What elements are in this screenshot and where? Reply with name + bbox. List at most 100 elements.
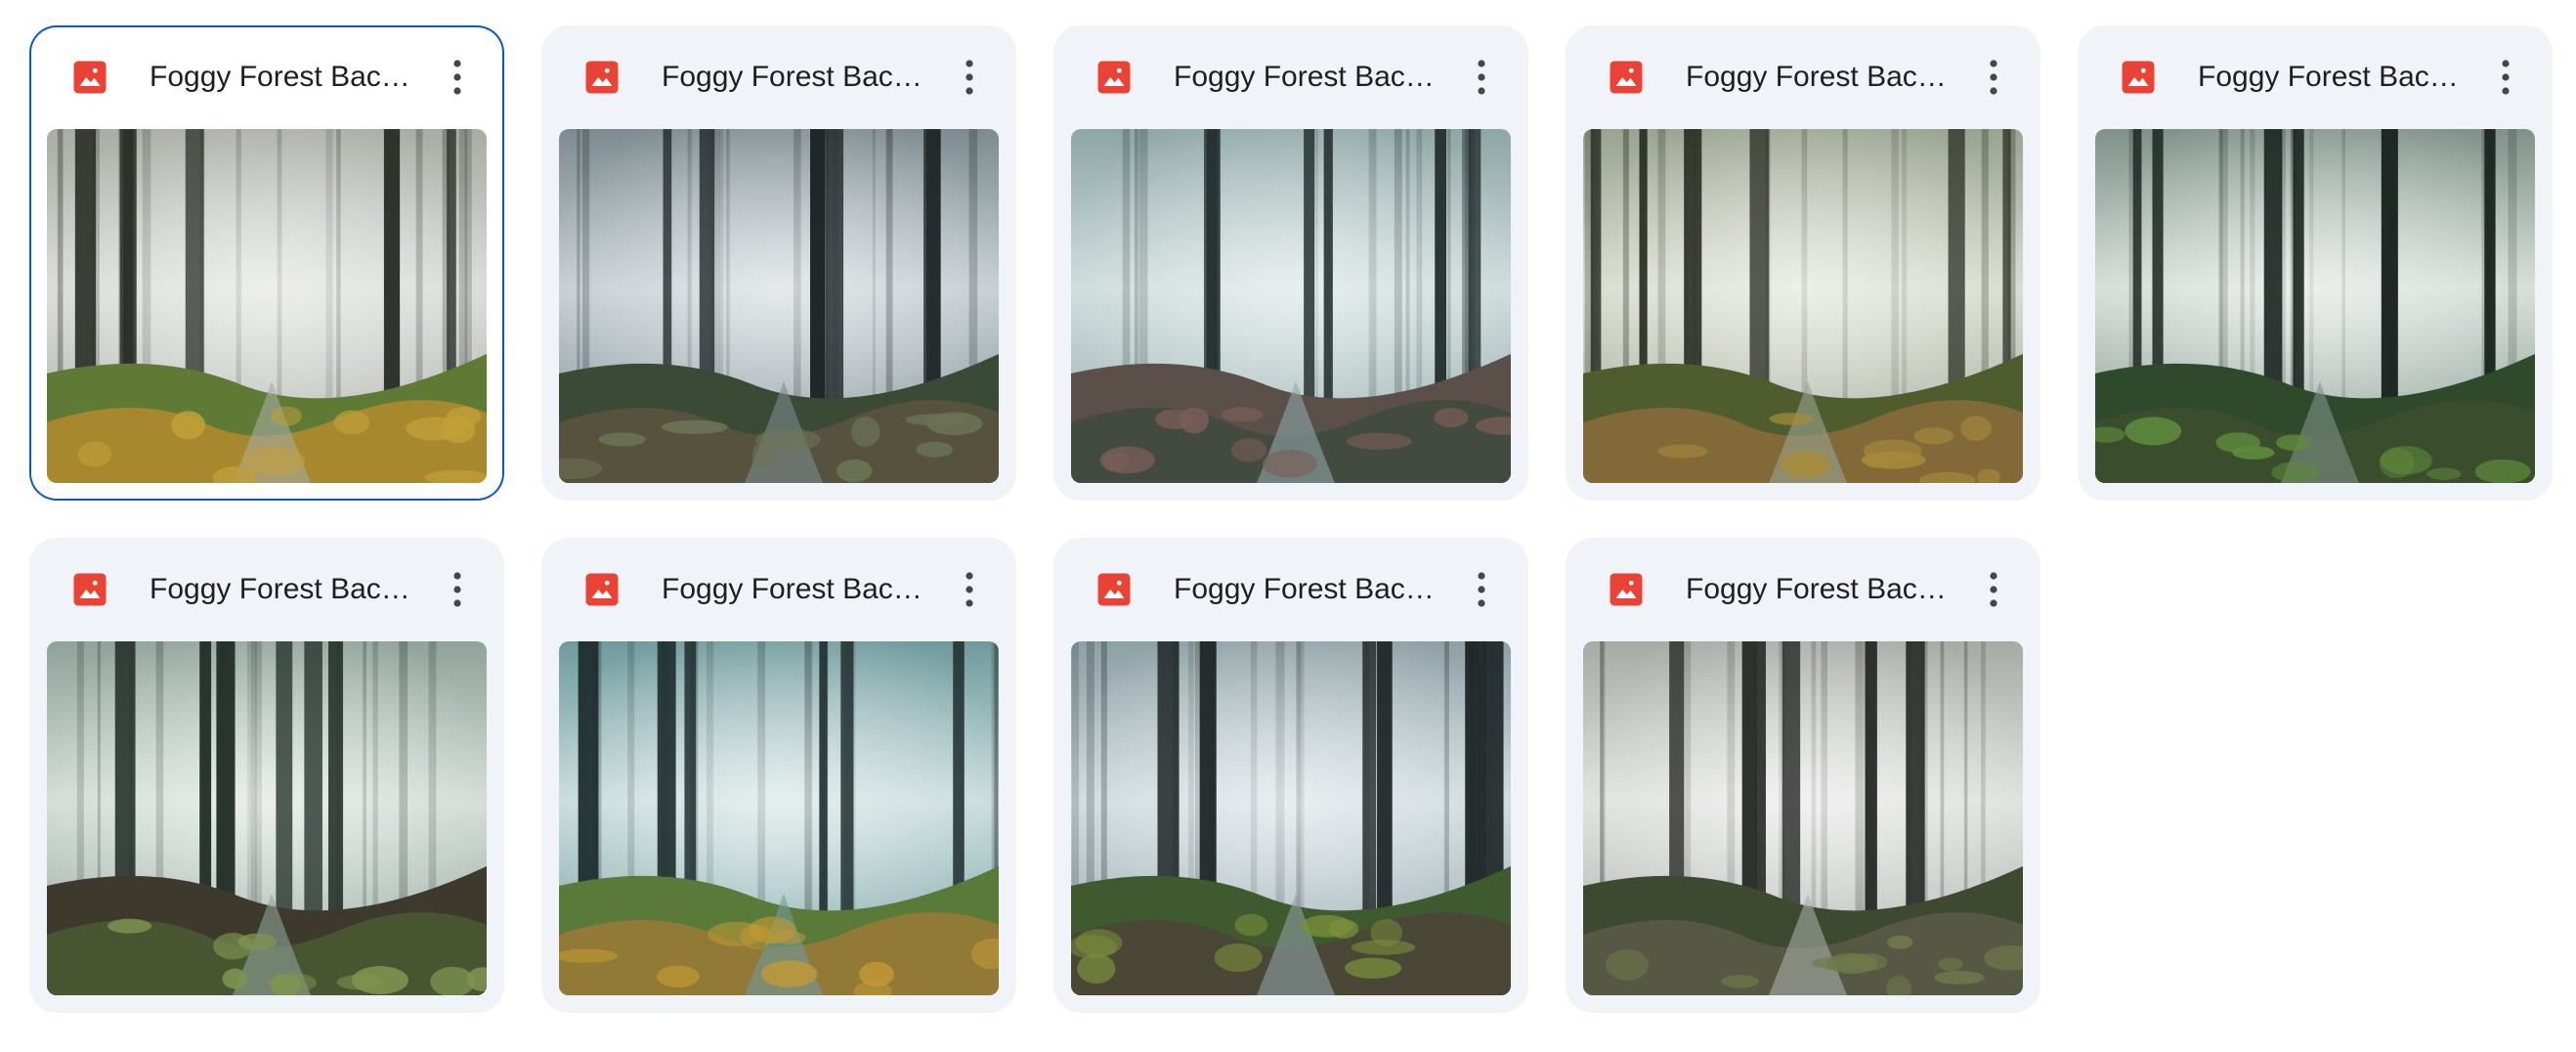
more-actions-button[interactable] (1452, 48, 1511, 107)
thumbnail-tree (1906, 641, 1925, 935)
file-card-header: Foggy Forest Background 1.jpg (29, 25, 504, 129)
thumbnail-foliage (1934, 971, 1985, 985)
file-name: Foggy Forest Background 5.jpg (2198, 61, 2462, 93)
image-thumbnail[interactable] (47, 129, 487, 483)
file-card-header: Foggy Forest Background 5.jpg (2078, 25, 2553, 129)
more-vertical-icon (453, 60, 461, 95)
thumbnail-tree (925, 129, 941, 422)
file-card-5[interactable]: Foggy Forest Background 5.jpg (2078, 25, 2553, 501)
thumbnail-foliage (1230, 438, 1267, 462)
thumbnail-foliage (1155, 409, 1193, 429)
file-card-4[interactable]: Foggy Forest Background 4.jpg (1566, 25, 2040, 501)
thumbnail-foliage (441, 416, 476, 444)
image-file-icon (1097, 573, 1131, 606)
thumbnail-tree (825, 129, 844, 422)
image-file-icon (1610, 61, 1643, 94)
thumbnail-foliage (2232, 446, 2275, 460)
file-grid: Foggy Forest Background 1.jpg Foggy Fore… (29, 25, 2553, 1013)
more-actions-button[interactable] (1964, 560, 2023, 619)
thumbnail-foliage (2474, 459, 2531, 483)
thumbnail-foliage (749, 916, 796, 943)
thumbnail-foliage (850, 416, 880, 448)
thumbnail-foliage (1863, 439, 1922, 462)
image-thumbnail[interactable] (1071, 129, 1511, 483)
thumbnail-foliage (1960, 416, 1992, 441)
more-actions-button[interactable] (428, 560, 487, 619)
thumbnail-foliage (171, 411, 206, 440)
image-thumbnail[interactable] (559, 129, 999, 483)
thumbnail-tree (2381, 129, 2398, 422)
more-actions-button[interactable] (940, 48, 999, 107)
thumbnail-foliage (2276, 434, 2311, 452)
thumbnail-tree (819, 641, 828, 935)
thumbnail-foliage (916, 441, 954, 458)
thumbnail-foliage (1221, 407, 1264, 422)
file-card-7[interactable]: Foggy Forest Background 7.jpg (541, 538, 1016, 1013)
thumbnail-foliage (836, 459, 873, 483)
image-file-icon (585, 573, 619, 606)
thumbnail-foliage (1234, 913, 1268, 937)
thumbnail-foliage (1781, 451, 1830, 478)
image-thumbnail[interactable] (559, 641, 999, 995)
file-card-3[interactable]: Foggy Forest Background 3.jpg (1053, 25, 1528, 501)
thumbnail-foliage (1101, 452, 1130, 472)
image-thumbnail[interactable] (47, 641, 487, 995)
file-name: Foggy Forest Background 9.jpg (1686, 573, 1950, 605)
more-vertical-icon (966, 60, 973, 95)
thumbnail-tree (1435, 129, 1446, 422)
thumbnail-foliage (1938, 957, 1963, 972)
more-actions-button[interactable] (2476, 48, 2535, 107)
thumbnail-foliage (2380, 446, 2432, 475)
thumbnail-foliage (1606, 948, 1650, 981)
thumbnail-foliage (2426, 467, 2462, 480)
file-card-2[interactable]: Foggy Forest Background 2.jpg (541, 25, 1016, 501)
thumbnail-foliage (1434, 408, 1469, 428)
more-vertical-icon (1990, 572, 1997, 607)
thumbnail-foliage (751, 441, 777, 470)
file-card-header: Foggy Forest Background 6.jpg (29, 538, 504, 641)
thumbnail-tree (1362, 641, 1377, 935)
image-file-icon (1097, 61, 1131, 94)
thumbnail-foliage (107, 918, 152, 934)
thumbnail-foliage (334, 410, 370, 435)
thumbnail-tree (2293, 129, 2304, 422)
more-actions-button[interactable] (1452, 560, 1511, 619)
image-file-icon (585, 61, 619, 94)
thumbnail-tree (1377, 641, 1393, 935)
thumbnail-foliage (1262, 449, 1317, 478)
thumbnail-foliage (222, 968, 248, 989)
thumbnail-foliage (598, 432, 646, 447)
thumbnail-foliage (237, 933, 278, 950)
thumbnail-foliage (656, 965, 700, 987)
thumbnail-tree (1304, 129, 1315, 422)
image-file-icon (73, 61, 107, 94)
more-actions-button[interactable] (428, 48, 487, 107)
image-thumbnail[interactable] (2095, 129, 2535, 483)
thumbnail-foliage (77, 441, 111, 467)
more-actions-button[interactable] (940, 560, 999, 619)
thumbnail-foliage (662, 419, 728, 434)
file-card-1[interactable]: Foggy Forest Background 1.jpg (29, 25, 504, 501)
more-actions-button[interactable] (1964, 48, 2023, 107)
thumbnail-tree (1865, 641, 1877, 935)
file-name: Foggy Forest Background 8.jpg (1174, 573, 1438, 605)
file-card-9[interactable]: Foggy Forest Background 9.jpg (1566, 538, 2040, 1013)
more-vertical-icon (1478, 60, 1485, 95)
image-file-icon (73, 573, 107, 606)
image-thumbnail[interactable] (1583, 129, 2023, 483)
file-card-header: Foggy Forest Background 9.jpg (1566, 538, 2040, 641)
thumbnail-foliage (270, 406, 303, 426)
file-name: Foggy Forest Background 4.jpg (1686, 61, 1950, 93)
image-thumbnail[interactable] (1583, 641, 2023, 995)
file-card-8[interactable]: Foggy Forest Background 8.jpg (1053, 538, 1528, 1013)
image-thumbnail[interactable] (1071, 641, 1511, 995)
file-card-6[interactable]: Foggy Forest Background 6.jpg (29, 538, 504, 1013)
more-vertical-icon (1990, 60, 1997, 95)
file-card-header: Foggy Forest Background 7.jpg (541, 538, 1016, 641)
thumbnail-foliage (926, 412, 983, 436)
file-name: Foggy Forest Background 6.jpg (150, 573, 413, 605)
thumbnail-foliage (336, 974, 382, 990)
thumbnail-tree (1782, 641, 1801, 935)
file-name: Foggy Forest Background 7.jpg (662, 573, 925, 605)
file-card-header: Foggy Forest Background 8.jpg (1053, 538, 1528, 641)
